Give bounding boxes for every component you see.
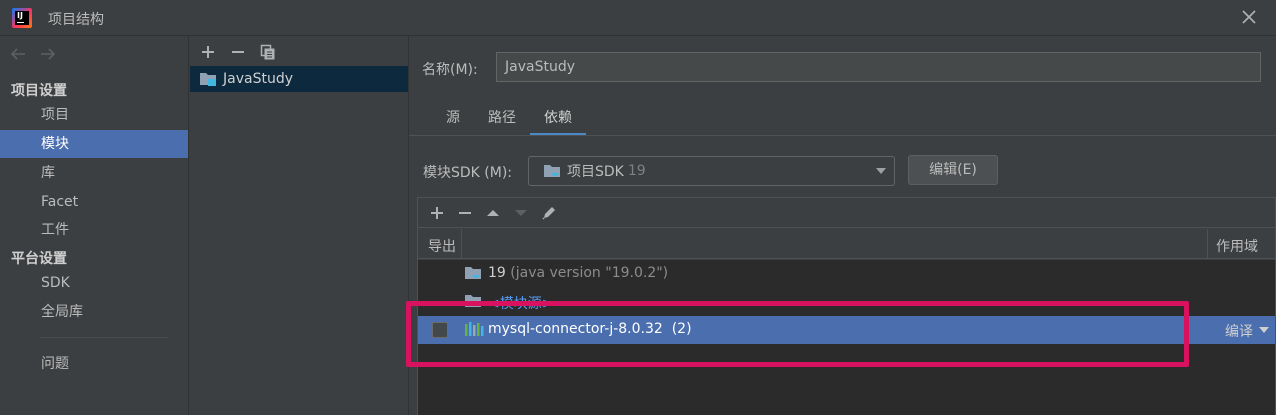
nav-item-sdks[interactable]: SDK [0, 269, 188, 297]
name-label: 名称(M): [422, 62, 478, 78]
dependencies-header: 导出 作用域 [418, 229, 1275, 259]
remove-module-button[interactable] [227, 41, 249, 63]
add-icon [202, 46, 214, 58]
add-module-button[interactable] [197, 41, 219, 63]
remove-icon [232, 51, 244, 53]
dependencies-table: 导出 作用域 19 (java version "19.0.2") <模块源> [417, 197, 1276, 415]
module-settings: 名称(M): JavaStudy 源 路径 依赖 模块SDK (M): 项目SD… [409, 36, 1276, 415]
dependencies-list: 19 (java version "19.0.2") <模块源> mysql-c… [418, 260, 1275, 415]
nav-item-facets[interactable]: Facet [0, 188, 188, 216]
nav-item-modules[interactable]: 模块 [0, 130, 188, 158]
nav-item-problems[interactable]: 问题 [0, 350, 188, 378]
jdk-folder-icon [465, 267, 481, 279]
chevron-down-icon[interactable] [1259, 327, 1269, 333]
module-name: JavaStudy [223, 71, 293, 87]
move-up-icon [487, 209, 499, 216]
app-icon-text: IJ [17, 11, 23, 20]
dependency-row-mysql-connector[interactable]: mysql-connector-j-8.0.32 (2) 编译 [418, 316, 1275, 344]
chevron-down-icon [876, 168, 886, 174]
module-sdk-label: 模块SDK (M): [423, 165, 513, 181]
dependency-row-sdk[interactable]: 19 (java version "19.0.2") [418, 260, 1275, 288]
copy-icon [260, 44, 275, 60]
arrow-left-icon[interactable] [8, 46, 28, 62]
library-count: (2) [671, 321, 692, 337]
remove-dependency-button[interactable] [454, 202, 476, 224]
scope-select-value[interactable]: 编译 [1225, 321, 1253, 341]
dependencies-toolbar [418, 198, 1275, 228]
module-name-input[interactable]: JavaStudy [496, 52, 1261, 82]
dependency-row-module-source[interactable]: <模块源> [418, 288, 1275, 316]
move-down-button[interactable] [510, 202, 532, 224]
pencil-icon [542, 206, 555, 220]
nav-item-global-libraries[interactable]: 全局库 [0, 298, 188, 326]
add-dependency-button[interactable] [426, 202, 448, 224]
copy-module-button[interactable] [257, 41, 279, 63]
jdk-name: 19 [488, 265, 506, 281]
settings-nav: 项目设置 项目 模块 库 Facet 工件 平台设置 SDK 全局库 问题 [0, 36, 189, 415]
module-sdk-select[interactable]: 项目SDK 19 [528, 156, 895, 186]
window-title: 项目结构 [48, 12, 104, 28]
add-icon [431, 206, 443, 219]
library-icon [465, 322, 484, 336]
tab-sources[interactable]: 源 [432, 106, 474, 136]
nav-item-libraries[interactable]: 库 [0, 159, 188, 187]
sdk-folder-icon [544, 165, 560, 177]
edit-sdk-button[interactable]: 编辑(E) [908, 155, 998, 185]
sdk-select-value: 项目SDK [567, 164, 624, 180]
column-divider [1207, 229, 1208, 259]
module-source-label: <模块源> [488, 296, 554, 312]
library-name: mysql-connector-j-8.0.32 [488, 321, 663, 337]
jdk-version: (java version "19.0.2") [510, 265, 669, 281]
tabs-divider [409, 135, 1276, 136]
nav-divider [40, 337, 168, 338]
module-list-panel: JavaStudy [189, 36, 409, 415]
scope-column-header[interactable]: 作用域 [1216, 236, 1258, 256]
tab-paths[interactable]: 路径 [474, 106, 530, 136]
module-folder-icon [200, 73, 216, 86]
nav-item-project[interactable]: 项目 [0, 101, 188, 129]
edit-dependency-button[interactable] [538, 202, 560, 224]
module-tabs: 源 路径 依赖 [432, 106, 586, 136]
nav-section-platform-settings: 平台设置 [11, 251, 67, 267]
nav-item-artifacts[interactable]: 工件 [0, 216, 188, 244]
title-bar: IJ 项目结构 [0, 0, 1276, 36]
column-divider [461, 229, 462, 259]
source-folder-icon [465, 295, 481, 307]
nav-section-project-settings: 项目设置 [11, 83, 67, 99]
export-column-header[interactable]: 导出 [428, 236, 456, 256]
close-icon[interactable] [1240, 8, 1258, 26]
sdk-select-version: 19 [627, 163, 646, 179]
module-toolbar [197, 40, 279, 64]
move-up-button[interactable] [482, 202, 504, 224]
export-checkbox[interactable] [432, 322, 448, 338]
intellij-app-icon: IJ [12, 8, 32, 28]
move-down-icon [515, 209, 527, 216]
tab-dependencies[interactable]: 依赖 [530, 106, 586, 136]
remove-icon [459, 211, 471, 214]
module-item-javastudy[interactable]: JavaStudy [190, 66, 408, 92]
arrow-right-icon[interactable] [38, 46, 58, 62]
